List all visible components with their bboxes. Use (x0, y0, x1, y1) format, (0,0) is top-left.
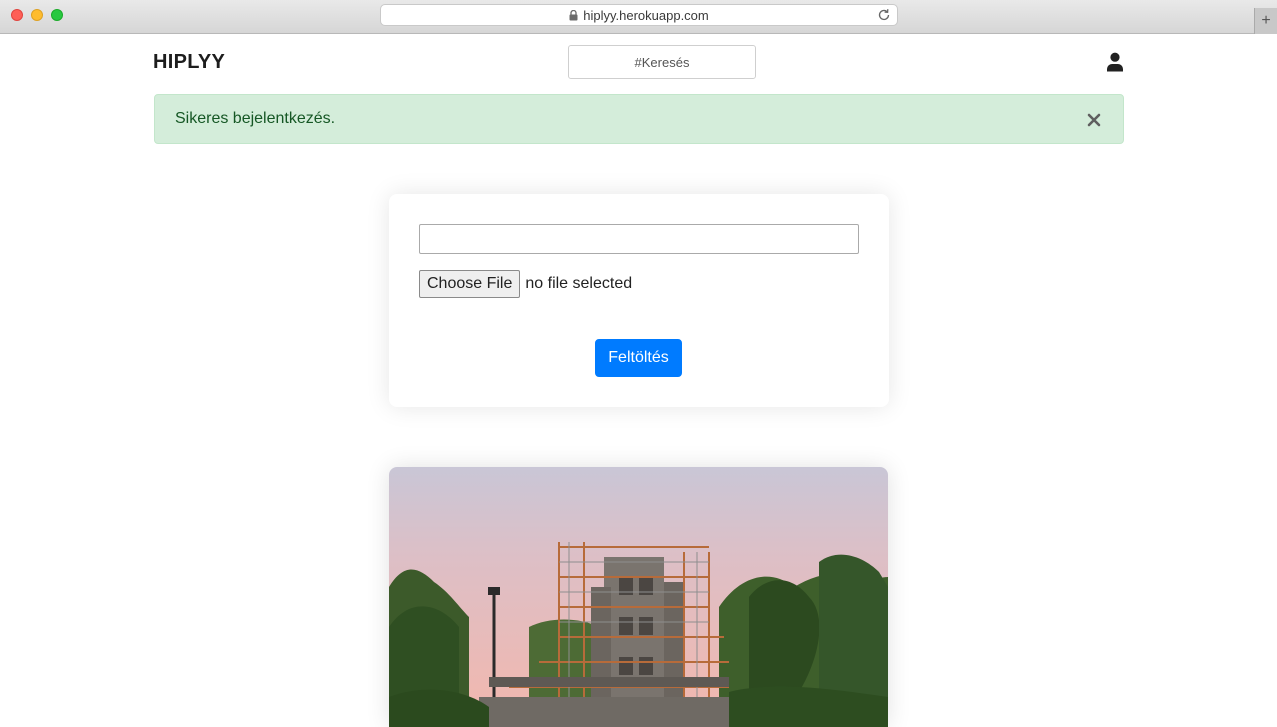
upload-button[interactable]: Feltöltés (595, 339, 682, 377)
zoom-window-button[interactable] (51, 9, 63, 21)
file-status: no file selected (525, 275, 633, 292)
upload-card: Choose File no file selected Feltöltés (389, 194, 889, 407)
user-icon[interactable] (1106, 52, 1124, 72)
url-text: hiplyy.herokuapp.com (583, 7, 709, 23)
reload-icon[interactable] (877, 8, 891, 22)
new-tab-button[interactable]: + (1254, 8, 1277, 34)
file-picker: Choose File no file selected (419, 270, 632, 298)
lock-icon (569, 10, 578, 21)
post-image[interactable] (389, 467, 888, 727)
close-icon[interactable] (1087, 113, 1101, 127)
search-input[interactable] (568, 45, 756, 79)
success-alert: Sikeres bejelentkezés. (154, 94, 1124, 144)
close-window-button[interactable] (11, 9, 23, 21)
photo-scaffolded-tower (389, 467, 888, 727)
caption-input[interactable] (419, 224, 859, 254)
choose-file-button[interactable]: Choose File (419, 270, 521, 298)
brand-logo[interactable]: HIPLYY (153, 51, 225, 74)
page: HIPLYY Sikeres bejelentkezés. Choose Fil… (0, 35, 1277, 727)
minimize-window-button[interactable] (31, 9, 43, 21)
alert-message: Sikeres bejelentkezés. (175, 110, 336, 127)
browser-toolbar: hiplyy.herokuapp.com + (0, 0, 1277, 34)
address-bar[interactable]: hiplyy.herokuapp.com (380, 4, 898, 26)
